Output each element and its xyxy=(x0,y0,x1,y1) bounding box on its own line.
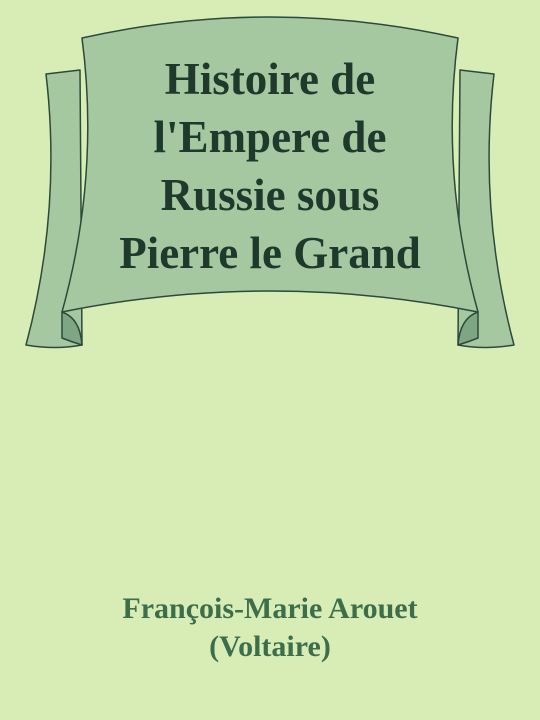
book-title: Histoire de l'Empere de Russie sous Pier… xyxy=(80,50,460,282)
book-title-line: Pierre le Grand xyxy=(119,228,421,278)
book-author-line: François-Marie Arouet xyxy=(122,592,418,625)
book-title-line: l'Empere de xyxy=(153,112,387,162)
book-title-line: Russie sous xyxy=(160,170,380,220)
book-author: François-Marie Arouet (Voltaire) xyxy=(20,590,520,666)
book-title-line: Histoire de xyxy=(164,54,376,104)
book-cover: Histoire de l'Empere de Russie sous Pier… xyxy=(0,0,540,720)
book-author-line: (Voltaire) xyxy=(209,630,331,663)
